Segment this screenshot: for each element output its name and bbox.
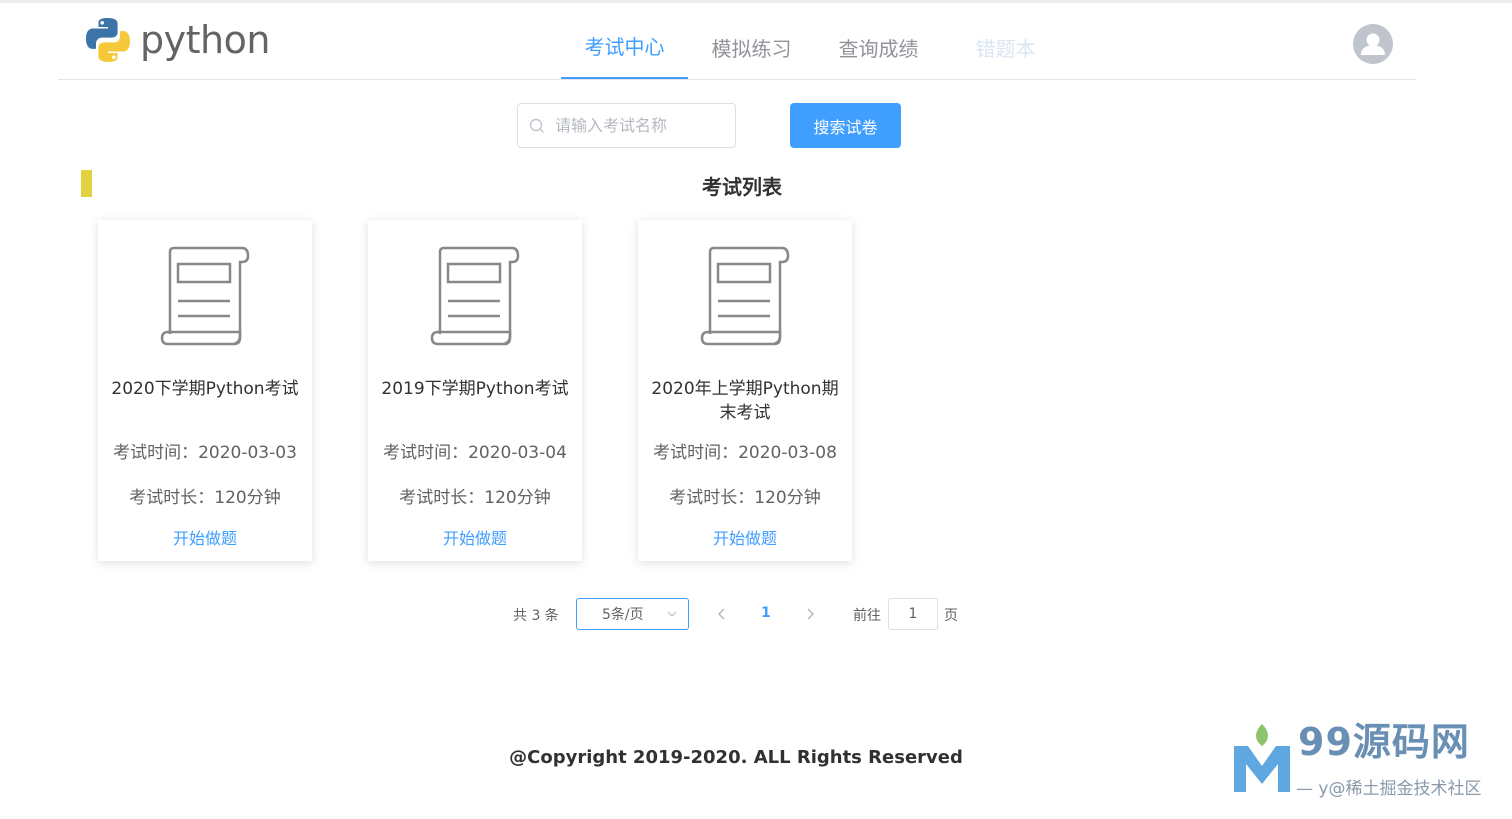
watermark-subtitle: — y@稀土掘金技术社区 [1296, 779, 1482, 799]
goto-label: 前往 [853, 608, 881, 624]
exam-duration: 考试时长：120分钟 [669, 488, 821, 508]
main-nav: 考试中心 模拟练习 查询成绩 错题本 [561, 14, 1069, 80]
exam-paper-icon [430, 246, 520, 346]
exam-time: 考试时间：2020-03-08 [653, 443, 837, 463]
goto-page-unit: 页 [944, 608, 958, 624]
start-exam-link[interactable]: 开始做题 [98, 525, 312, 549]
top-border [0, 0, 1512, 3]
tab-query-scores[interactable]: 查询成绩 [815, 14, 942, 80]
pagination-total: 共 3 条 [513, 608, 559, 624]
section-title: 考试列表 [702, 175, 782, 199]
page-size-select[interactable]: 5条/页 [576, 598, 689, 630]
goto-page-input[interactable] [888, 598, 938, 630]
next-page-icon[interactable] [803, 606, 817, 622]
exam-duration: 考试时长：120分钟 [399, 488, 551, 508]
tab-mock-practice[interactable]: 模拟练习 [688, 14, 815, 80]
pagination: 共 3 条 5条/页 1 前往 页 [0, 598, 1512, 630]
tab-wrong-questions[interactable]: 错题本 [942, 14, 1069, 80]
exam-card: 2020下学期Python考试 考试时间：2020-03-03 考试时长：120… [98, 220, 312, 561]
exam-card: 2019下学期Python考试 考试时间：2020-03-04 考试时长：120… [368, 220, 582, 561]
user-icon [1361, 33, 1385, 55]
user-avatar[interactable] [1353, 24, 1393, 64]
python-logo[interactable]: python [84, 16, 270, 64]
exam-paper-icon [160, 246, 250, 346]
exam-title: 2020下学期Python考试 [111, 379, 299, 399]
tab-exam-center[interactable]: 考试中心 [561, 14, 688, 80]
start-exam-link[interactable]: 开始做题 [368, 525, 582, 549]
search-icon [529, 118, 544, 133]
header-divider [58, 79, 1416, 80]
search-field[interactable] [517, 103, 736, 148]
start-exam-link[interactable]: 开始做题 [638, 525, 852, 549]
search-input[interactable] [553, 115, 727, 136]
exam-title: 2019下学期Python考试 [381, 379, 569, 399]
exam-time: 考试时间：2020-03-04 [383, 443, 567, 463]
watermark-logo-icon [1234, 724, 1290, 792]
exam-card: 2020年上学期Python期末考试 考试时间：2020-03-08 考试时长：… [638, 220, 852, 561]
exam-paper-icon [700, 246, 790, 346]
exam-title: 2020年上学期Python期末考试 [651, 379, 839, 423]
chevron-down-icon [667, 611, 677, 617]
logo-text: python [140, 18, 270, 62]
search-exam-button[interactable]: 搜索试卷 [790, 103, 901, 148]
python-logo-icon [86, 18, 130, 62]
exam-duration: 考试时长：120分钟 [129, 488, 281, 508]
prev-page-icon[interactable] [715, 606, 729, 622]
watermark-brand: 99源码网 [1298, 720, 1470, 764]
exam-time: 考试时间：2020-03-03 [113, 443, 297, 463]
section-accent-bar [81, 170, 92, 197]
page-number-current[interactable]: 1 [761, 605, 771, 621]
page-size-value: 5条/页 [602, 607, 644, 623]
